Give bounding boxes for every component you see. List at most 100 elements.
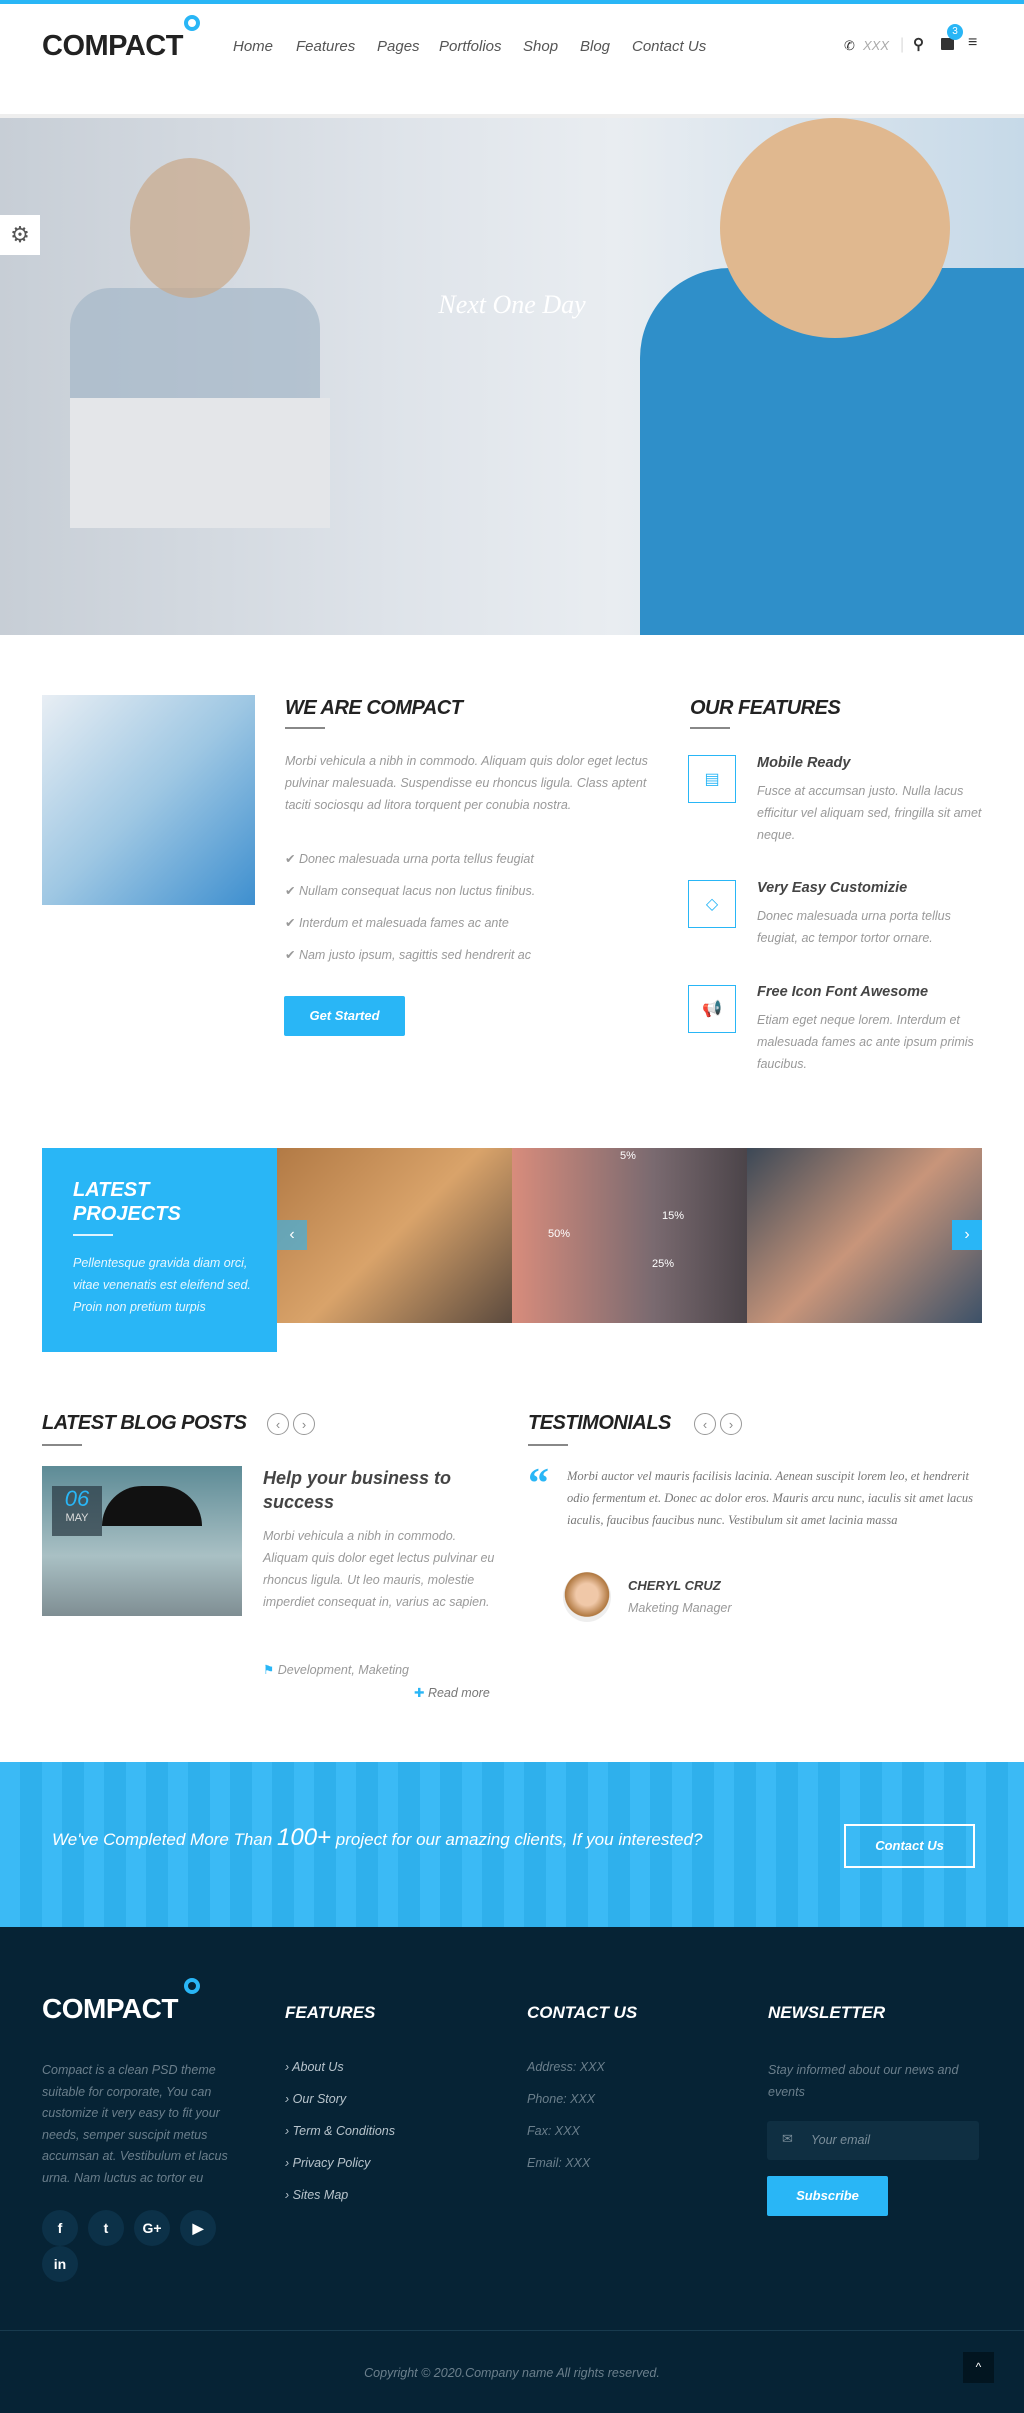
settings-gear-icon[interactable]: ⚙ <box>0 215 40 255</box>
quote-icon: “ <box>528 1461 549 1507</box>
testimonial-role: Maketing Manager <box>628 1601 732 1615</box>
footer-link-sitemap[interactable]: › Sites Map <box>285 2188 348 2202</box>
blog-title: LATEST BLOG POSTS <box>42 1412 247 1434</box>
footer-link-story[interactable]: › Our Story <box>285 2092 346 2106</box>
copyright: Copyright © 2020.Company name All rights… <box>364 2366 660 2380</box>
title-underline <box>690 727 730 729</box>
project-image-bulb[interactable]: 5% 15% 50% 25% <box>512 1148 747 1323</box>
nav-contact[interactable]: Contact Us <box>632 38 706 55</box>
testimonials-prev-button[interactable]: ‹ <box>694 1413 716 1435</box>
contact-us-button[interactable]: Contact Us <box>844 1824 975 1868</box>
logo-hex-icon <box>184 15 200 31</box>
header: COMPACT Home Features Pages Portfolios S… <box>0 4 1024 80</box>
contact-address: Address: XXX <box>527 2060 605 2074</box>
logo[interactable]: COMPACT <box>42 30 183 63</box>
get-started-button[interactable]: Get Started <box>284 996 405 1036</box>
google-plus-icon[interactable]: G+ <box>134 2210 170 2246</box>
plus-icon: ✚ <box>414 1686 428 1700</box>
nav-pages[interactable]: Pages <box>377 38 420 55</box>
umbrella <box>102 1486 202 1526</box>
footer-link-terms[interactable]: › Term & Conditions <box>285 2124 395 2138</box>
footer-link-privacy[interactable]: › Privacy Policy <box>285 2156 370 2170</box>
divider: | <box>900 36 905 53</box>
tag-icon: ⚑ <box>263 1663 278 1677</box>
testimonials-title: TESTIMONIALS <box>528 1412 671 1434</box>
facebook-icon[interactable]: f <box>42 2210 78 2246</box>
cart-count-badge: 3 <box>947 24 963 40</box>
footer-about: Compact is a clean PSD theme suitable fo… <box>42 2063 228 2185</box>
cta-text: We've Completed More Than 100+ project f… <box>52 1824 703 1851</box>
contact-email: Email: XXX <box>527 2156 591 2170</box>
list-item: ✔ Nam justo ipsum, sagittis sed hendreri… <box>285 948 531 962</box>
post-title[interactable]: Help your business to success <box>263 1466 493 1514</box>
scroll-top-button[interactable]: ^ <box>963 2352 994 2383</box>
bar-chart-icon: ▤ <box>688 755 736 803</box>
bullhorn-icon: 📢 <box>688 985 736 1033</box>
blog-post-image[interactable]: 06 MAY <box>42 1466 242 1616</box>
feature-text: Etiam eget neque lorem. Interdum et male… <box>757 1013 974 1071</box>
envelope-icon: ✉ <box>782 2131 793 2146</box>
project-image-plant[interactable] <box>747 1148 982 1323</box>
footer-contact-title: CONTACT US <box>527 2003 638 2022</box>
email-field[interactable]: ✉ Your email <box>767 2121 979 2160</box>
feature-text: Fusce at accumsan justo. Nulla lacus eff… <box>757 784 982 842</box>
blog-next-button[interactable]: › <box>293 1413 315 1435</box>
carousel-prev-button[interactable]: ‹ <box>277 1220 307 1250</box>
nav-shop[interactable]: Shop <box>523 38 558 55</box>
title-underline <box>285 727 325 729</box>
latest-projects-panel: LATEST PROJECTS Pellentesque gravida dia… <box>42 1148 277 1352</box>
footer-link-about[interactable]: › About Us <box>285 2060 344 2074</box>
post-date-badge: 06 MAY <box>52 1486 102 1536</box>
divider <box>0 2330 1024 2331</box>
list-item: ✔ Interdum et malesuada fames ac ante <box>285 916 509 930</box>
phone-icon: ✆ <box>844 38 855 53</box>
post-tags: ⚑ Development, Maketing <box>263 1663 410 1677</box>
subscribe-button[interactable]: Subscribe <box>767 2176 888 2216</box>
nav-portfolios[interactable]: Portfolios <box>439 38 502 55</box>
feature-text: Donec malesuada urna porta tellus feugia… <box>757 909 951 945</box>
search-icon[interactable]: ⚲ <box>913 35 924 53</box>
testimonials-next-button[interactable]: › <box>720 1413 742 1435</box>
blog-prev-button[interactable]: ‹ <box>267 1413 289 1435</box>
about-list: ✔ Donec malesuada urna porta tellus feug… <box>285 848 665 976</box>
footer-features-title: FEATURES <box>285 2003 376 2022</box>
cart-icon[interactable] <box>941 38 954 50</box>
list-item: ✔ Donec malesuada urna porta tellus feug… <box>285 852 534 866</box>
footer-newsletter-title: NEWSLETTER <box>768 2003 886 2022</box>
email-placeholder: Your email <box>811 2133 871 2147</box>
nav-home[interactable]: Home <box>233 38 273 55</box>
menu-icon[interactable]: ≡ <box>968 34 977 52</box>
feature-title: Free Icon Font Awesome <box>757 984 929 1000</box>
title-underline <box>42 1444 82 1446</box>
hero-title: Next One Day <box>438 290 586 319</box>
youtube-icon[interactable]: ▶ <box>180 2210 216 2246</box>
title-underline <box>73 1234 113 1236</box>
projects-title: LATEST PROJECTS <box>73 1179 181 1225</box>
linkedin-icon[interactable]: in <box>42 2246 78 2282</box>
hero-banner: Next One Day <box>0 118 1024 635</box>
testimonial-quote: Morbi auctor vel mauris facilisis lacini… <box>567 1469 973 1527</box>
nav-features[interactable]: Features <box>296 38 355 55</box>
title-underline <box>528 1444 568 1446</box>
phone-number: XXX <box>863 38 890 53</box>
testimonial-name: CHERYL CRUZ <box>628 1578 721 1593</box>
newsletter-text: Stay informed about our news and events <box>768 2063 959 2099</box>
chart-label: 15% <box>662 1210 685 1222</box>
read-more-link[interactable]: ✚ Read more <box>414 1682 490 1704</box>
project-image-plan[interactable] <box>277 1148 512 1323</box>
nav-blog[interactable]: Blog <box>580 38 610 55</box>
footer-logo: COMPACT <box>42 1993 178 2024</box>
contact-phone: Phone: XXX <box>527 2092 596 2106</box>
carousel-next-button[interactable]: › <box>952 1220 982 1250</box>
chart-label: 25% <box>652 1258 675 1270</box>
twitter-icon[interactable]: t <box>88 2210 124 2246</box>
about-text: Morbi vehicula a nibh in commodo. Aliqua… <box>285 754 648 812</box>
contact-fax: Fax: XXX <box>527 2124 580 2138</box>
about-image <box>42 695 255 905</box>
features-title: OUR FEATURES <box>690 697 841 719</box>
projects-text: Pellentesque gravida diam orci, vitae ve… <box>73 1256 251 1314</box>
chart-label: 5% <box>620 1150 636 1162</box>
chart-label: 50% <box>548 1228 571 1240</box>
about-title: WE ARE COMPACT <box>285 697 463 719</box>
cta-banner: We've Completed More Than 100+ project f… <box>0 1762 1024 1927</box>
